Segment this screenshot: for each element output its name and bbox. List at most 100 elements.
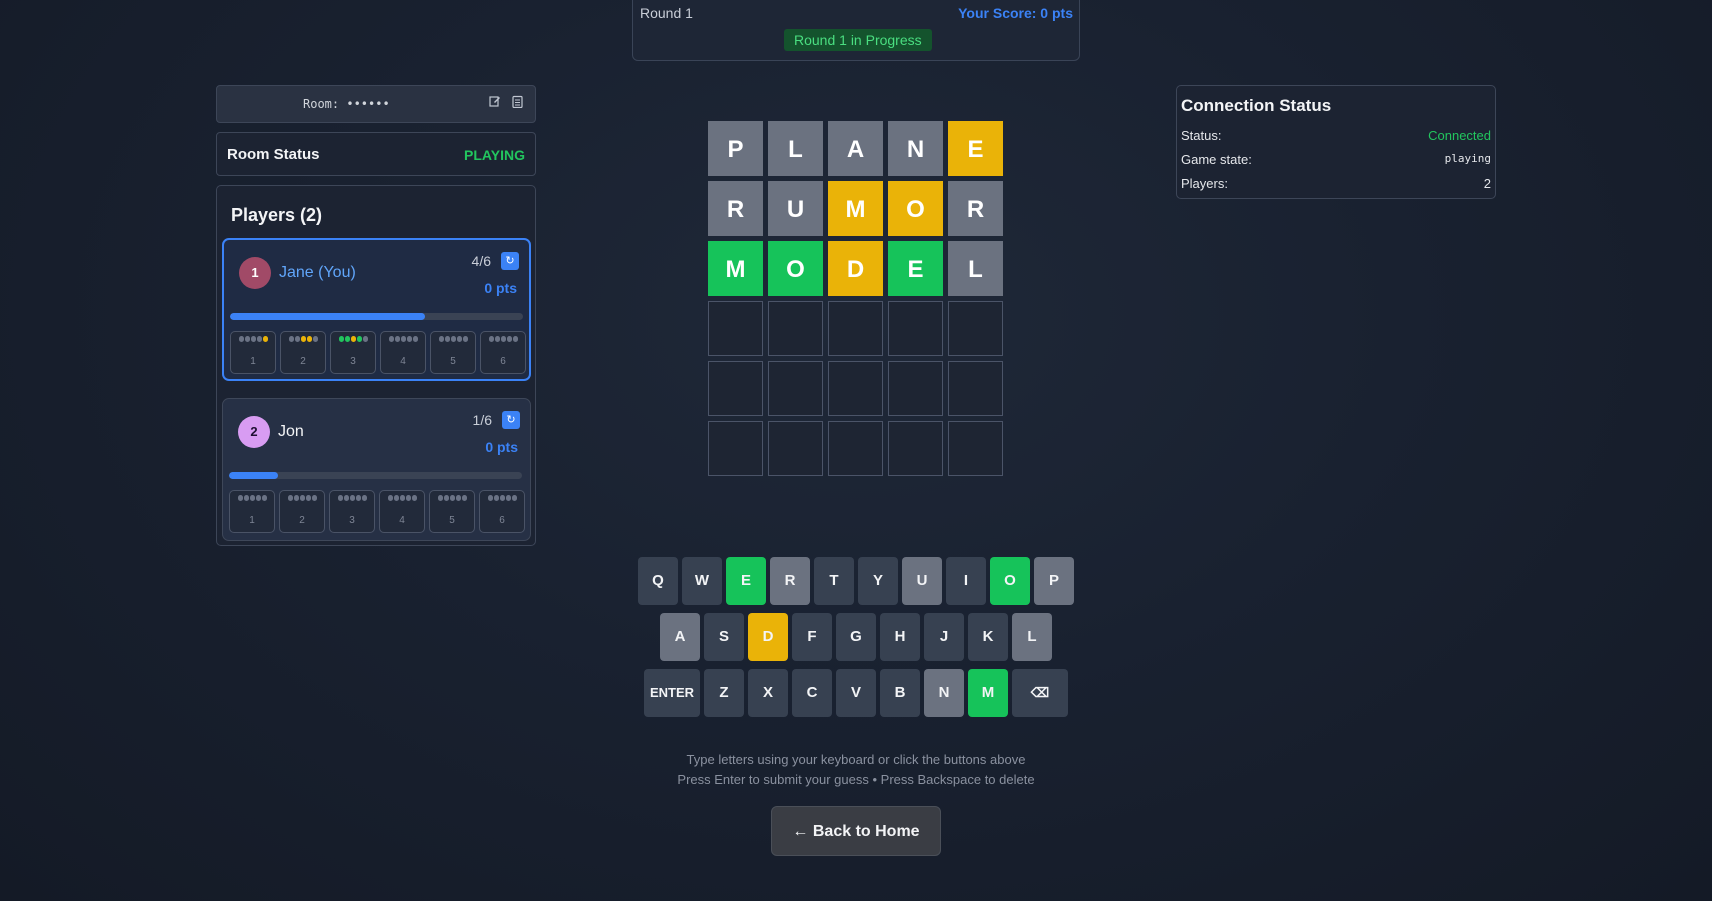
back-to-home-button[interactable]: ← Back to Home: [771, 806, 941, 856]
player-name: Jane (You): [279, 264, 356, 281]
board-tile: [888, 301, 943, 356]
round-label: Round 1: [640, 5, 693, 21]
player-points: 0 pts: [484, 280, 517, 296]
key-r[interactable]: R: [770, 557, 810, 605]
board-tile: [888, 421, 943, 476]
result-dot: [312, 336, 318, 342]
board-tile: M: [708, 241, 763, 296]
key-w[interactable]: W: [682, 557, 722, 605]
board-tile: [708, 301, 763, 356]
board-tile: L: [948, 241, 1003, 296]
result-dot: [500, 336, 506, 342]
key-t[interactable]: T: [814, 557, 854, 605]
board-tile: O: [888, 181, 943, 236]
board-tile: R: [948, 181, 1003, 236]
result-dot: [449, 495, 455, 501]
result-dot: [237, 495, 243, 501]
keyboard-row: ENTER Z X C V B N M ⌫: [644, 669, 1068, 717]
result-dot: [488, 336, 494, 342]
players-panel: Players (2) 1 Jane (You) 4/6 ↻ 0 pts 1 2 3…: [216, 185, 536, 546]
key-n[interactable]: N: [924, 669, 964, 717]
result-dot: [293, 495, 299, 501]
room-code-box: Room: ••••••: [216, 85, 536, 123]
board-tile: R: [708, 181, 763, 236]
key-q[interactable]: Q: [638, 557, 678, 605]
result-dot: [338, 336, 344, 342]
key-d[interactable]: D: [748, 613, 788, 661]
key-h[interactable]: H: [880, 613, 920, 661]
key-o[interactable]: O: [990, 557, 1030, 605]
key-m[interactable]: M: [968, 669, 1008, 717]
enter-key[interactable]: ENTER: [644, 669, 700, 717]
result-dot: [255, 495, 261, 501]
player-progress-fill: [230, 313, 426, 320]
key-c[interactable]: C: [792, 669, 832, 717]
mini-guess-row: 3: [330, 331, 376, 374]
key-k[interactable]: K: [968, 613, 1008, 661]
mini-row-number: 5: [449, 515, 455, 526]
mini-row-number: 2: [299, 515, 305, 526]
result-dot: [355, 495, 361, 501]
player-avatar: 2: [238, 416, 270, 448]
player-progress-bar: [230, 313, 523, 320]
result-dot: [262, 336, 268, 342]
key-f[interactable]: F: [792, 613, 832, 661]
result-dot: [450, 336, 456, 342]
refresh-icon[interactable]: ↻: [502, 411, 520, 429]
result-dot: [299, 495, 305, 501]
result-dot: [393, 495, 399, 501]
board-tile: [888, 361, 943, 416]
backspace-key[interactable]: ⌫: [1012, 669, 1068, 717]
result-dot: [287, 495, 293, 501]
board-tile: [708, 421, 763, 476]
result-dot: [406, 336, 412, 342]
result-dot: [494, 336, 500, 342]
key-y[interactable]: Y: [858, 557, 898, 605]
room-code: Room: ••••••: [303, 97, 390, 111]
board-tile: [948, 421, 1003, 476]
board-tile: L: [768, 121, 823, 176]
round-status-badge: Round 1 in Progress: [784, 29, 932, 51]
mini-row-number: 3: [349, 515, 355, 526]
result-dot: [438, 336, 444, 342]
mini-row-number: 2: [300, 356, 306, 367]
key-e[interactable]: E: [726, 557, 766, 605]
key-i[interactable]: I: [946, 557, 986, 605]
result-dot: [261, 495, 267, 501]
refresh-icon[interactable]: ↻: [501, 252, 519, 270]
result-dot: [311, 495, 317, 501]
key-l[interactable]: L: [1012, 613, 1052, 661]
result-dot: [399, 495, 405, 501]
result-dot: [405, 495, 411, 501]
result-dot: [306, 336, 312, 342]
key-u[interactable]: U: [902, 557, 942, 605]
key-p[interactable]: P: [1034, 557, 1074, 605]
mini-row-number: 6: [499, 515, 505, 526]
game-state-value: playing: [1444, 152, 1491, 165]
board-tile: [828, 301, 883, 356]
key-a[interactable]: A: [660, 613, 700, 661]
key-v[interactable]: V: [836, 669, 876, 717]
status-row: Status: Connected: [1181, 128, 1491, 143]
key-b[interactable]: B: [880, 669, 920, 717]
result-dot: [294, 336, 300, 342]
key-x[interactable]: X: [748, 669, 788, 717]
hint-line-1: Type letters using your keyboard or clic…: [686, 752, 1026, 767]
mini-row-number: 1: [249, 515, 255, 526]
clipboard-icon[interactable]: [509, 95, 525, 111]
key-g[interactable]: G: [836, 613, 876, 661]
result-dot: [512, 336, 518, 342]
mini-guess-row: 1: [230, 331, 276, 374]
result-dot: [288, 336, 294, 342]
board-tile: [768, 361, 823, 416]
player-card: 1 Jane (You) 4/6 ↻ 0 pts 1 2 3 4 5 6: [222, 238, 531, 381]
board-tile: [828, 421, 883, 476]
result-dot: [238, 336, 244, 342]
key-s[interactable]: S: [704, 613, 744, 661]
key-j[interactable]: J: [924, 613, 964, 661]
key-z[interactable]: Z: [704, 669, 744, 717]
mini-guess-row: 1: [229, 490, 275, 533]
game-state-row: Game state: playing: [1181, 152, 1491, 167]
edit-icon[interactable]: [487, 95, 503, 111]
player-progress-text: 4/6: [471, 253, 491, 269]
